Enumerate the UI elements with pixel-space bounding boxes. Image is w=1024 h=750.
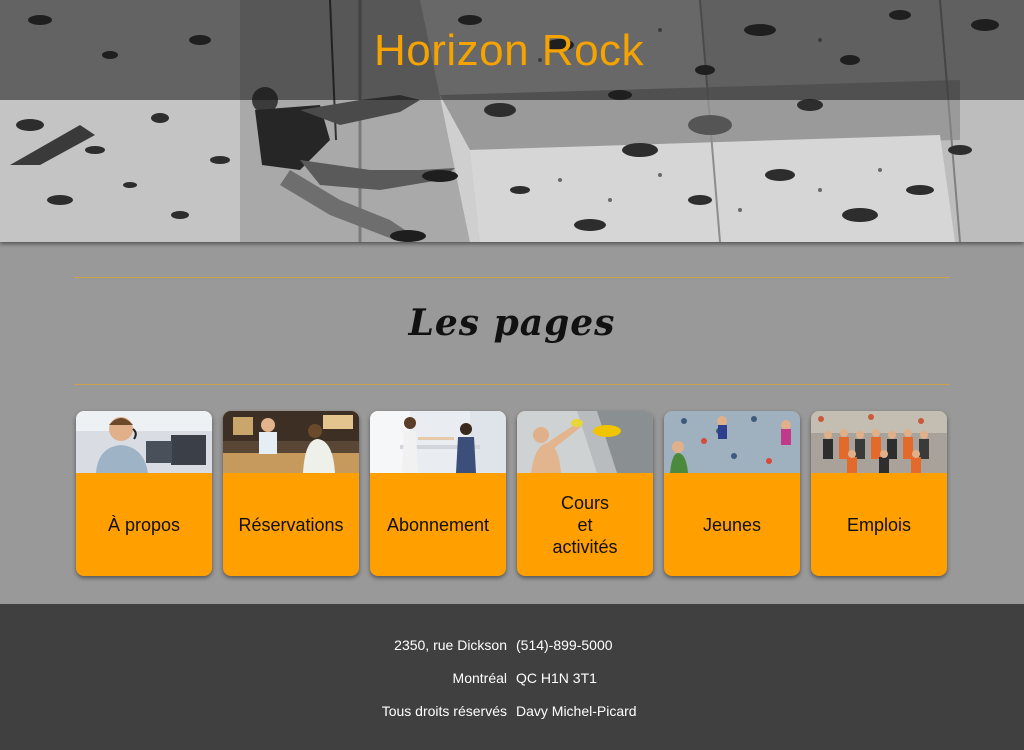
card-label-line: et (577, 514, 593, 535)
footer-postal-code: QC H1N 3T1 (516, 670, 597, 686)
footer-author: Davy Michel-Picard (516, 703, 637, 719)
card-label-line: À propos (107, 514, 181, 535)
footer-city: Montréal (452, 670, 507, 686)
card-image-cours-activites (517, 411, 653, 473)
card-label-line: Jeunes (702, 514, 762, 535)
card-label-line: Réservations (238, 514, 344, 535)
page-cards: À propos Réservations Abonnement Cours e… (76, 411, 950, 577)
footer-row-address: 2350, rue Dickson (514)-899-5000 (0, 637, 1024, 655)
card-label-line: Cours (560, 492, 609, 513)
footer-copyright: Tous droits réservés (381, 703, 507, 719)
card-image-emplois (811, 411, 947, 473)
card-image-a-propos (76, 411, 212, 473)
footer-phone: (514)-899-5000 (516, 637, 613, 653)
divider-top (74, 277, 950, 278)
card-label-line: Abonnement (386, 514, 490, 535)
footer-row-city: Montréal QC H1N 3T1 (0, 670, 1024, 688)
footer-row-copyright: Tous droits réservés Davy Michel-Picard (0, 703, 1024, 721)
card-cours-activites[interactable]: Cours et activités (517, 411, 653, 576)
card-image-abonnement (370, 411, 506, 473)
footer-address: 2350, rue Dickson (394, 637, 507, 653)
card-label-line: activités (552, 536, 618, 557)
card-label-a-propos: À propos (76, 473, 212, 576)
card-emplois[interactable]: Emplois (811, 411, 947, 576)
divider-bottom (74, 384, 950, 385)
card-label-cours-activites: Cours et activités (517, 473, 653, 576)
card-label-emplois: Emplois (811, 473, 947, 576)
card-label-line: Emplois (846, 514, 912, 535)
hero-banner: Horizon Rock (0, 0, 1024, 242)
footer: 2350, rue Dickson (514)-899-5000 Montréa… (0, 604, 1024, 750)
site-title[interactable]: Horizon Rock (0, 26, 1018, 76)
section-title: Les pages (408, 302, 616, 344)
card-label-reservations: Réservations (223, 473, 359, 576)
card-label-abonnement: Abonnement (370, 473, 506, 576)
card-jeunes[interactable]: Jeunes (664, 411, 800, 576)
card-a-propos[interactable]: À propos (76, 411, 212, 576)
card-reservations[interactable]: Réservations (223, 411, 359, 576)
card-label-jeunes: Jeunes (664, 473, 800, 576)
card-image-reservations (223, 411, 359, 473)
card-abonnement[interactable]: Abonnement (370, 411, 506, 576)
card-image-jeunes (664, 411, 800, 473)
